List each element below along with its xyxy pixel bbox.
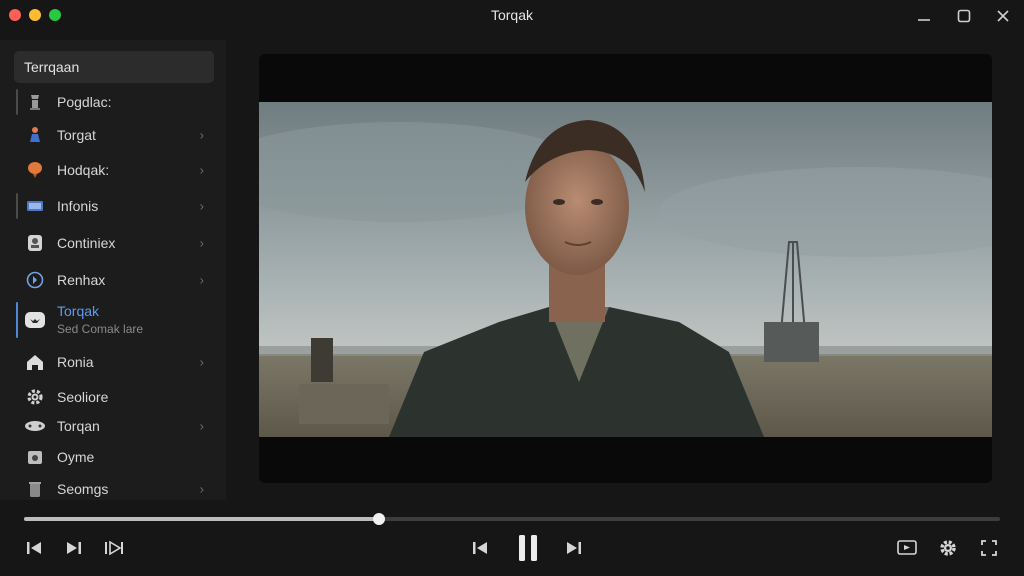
skip-start-icon[interactable] [20, 534, 48, 562]
chevron-right-icon: › [199, 272, 204, 288]
sidebar-item-pogdlac[interactable]: Pogdlac: [14, 85, 214, 119]
tower-icon [24, 91, 46, 113]
home-icon [24, 351, 46, 373]
sidebar-item-label: Seoliore [57, 389, 109, 405]
fullscreen-icon[interactable] [975, 534, 1003, 562]
film-icon [24, 195, 46, 217]
sidebar-item-torgat[interactable]: Torgat › [14, 118, 214, 152]
sidebar-item-infonis[interactable]: Infonis › [14, 189, 214, 223]
item-marker [16, 193, 18, 219]
seek-handle[interactable] [373, 513, 386, 525]
sidebar-item-hodqak[interactable]: Hodqak: › [14, 153, 214, 187]
sidebar: Terrqaan Pogdlac: Torgat › Hodqak: › Inf… [0, 40, 226, 500]
sidebar-item-renhax[interactable]: Renhax › [14, 263, 214, 297]
sidebar-item-torqak[interactable]: Torqak Sed Comak lare [14, 298, 214, 342]
player-controls [0, 500, 1024, 576]
search-input[interactable]: Terrqaan [14, 51, 214, 83]
video-frame-image [259, 102, 992, 437]
title-bar: Torqak [0, 0, 1024, 32]
controller-icon [24, 309, 46, 331]
sidebar-item-torqan[interactable]: Torqan › [14, 409, 214, 443]
previous-icon[interactable] [466, 534, 494, 562]
seek-bar[interactable] [24, 513, 1000, 525]
next-icon[interactable] [100, 534, 128, 562]
sidebar-item-oyme[interactable]: Oyme [14, 440, 214, 474]
trash-icon [24, 478, 46, 500]
sidebar-item-label: Torgat [57, 127, 96, 143]
sidebar-item-label: Pogdlac: [57, 94, 112, 110]
sidebar-item-label: Ronia [57, 354, 94, 370]
sidebar-item-label: Torqan [57, 418, 100, 434]
sidebar-item-label: Continiex [57, 235, 116, 251]
sidebar-item-label: Seomgs [57, 481, 109, 497]
step-forward-icon[interactable] [60, 534, 88, 562]
sidebar-item-label: Hodqak: [57, 162, 110, 178]
video-player[interactable] [259, 54, 992, 483]
chevron-right-icon: › [199, 162, 204, 178]
chevron-right-icon: › [199, 354, 204, 370]
sidebar-item-label: Infonis [57, 198, 99, 214]
figure-icon [24, 124, 46, 146]
sidebar-item-sublabel: Sed Comak lare [57, 322, 144, 336]
item-marker [16, 89, 18, 115]
compass-icon [24, 269, 46, 291]
sidebar-item-label: Renhax [57, 272, 106, 288]
minimize-icon[interactable] [914, 6, 934, 26]
balloon-icon [24, 159, 46, 181]
settings-icon[interactable] [934, 534, 962, 562]
camera-icon [24, 446, 46, 468]
chevron-right-icon: › [199, 198, 204, 214]
chevron-right-icon: › [199, 127, 204, 143]
chevron-right-icon: › [199, 418, 204, 434]
sidebar-item-continiex[interactable]: Continiex › [14, 226, 214, 260]
active-marker [16, 302, 18, 338]
sidebar-item-label: Torqak [57, 303, 100, 319]
pause-icon[interactable] [513, 534, 543, 562]
restore-icon[interactable] [954, 6, 974, 26]
chevron-right-icon: › [199, 481, 204, 497]
window-title: Torqak [490, 7, 534, 23]
portrait-icon [24, 232, 46, 254]
gear-icon [24, 386, 46, 408]
chevron-right-icon: › [199, 235, 204, 251]
sidebar-item-ronia[interactable]: Ronia › [14, 345, 214, 379]
cast-icon[interactable] [893, 534, 921, 562]
next-track-icon[interactable] [560, 534, 588, 562]
sidebar-item-label: Oyme [57, 449, 95, 465]
close-icon[interactable] [993, 6, 1013, 26]
gamepad-icon [24, 415, 46, 437]
seek-progress [24, 517, 380, 521]
